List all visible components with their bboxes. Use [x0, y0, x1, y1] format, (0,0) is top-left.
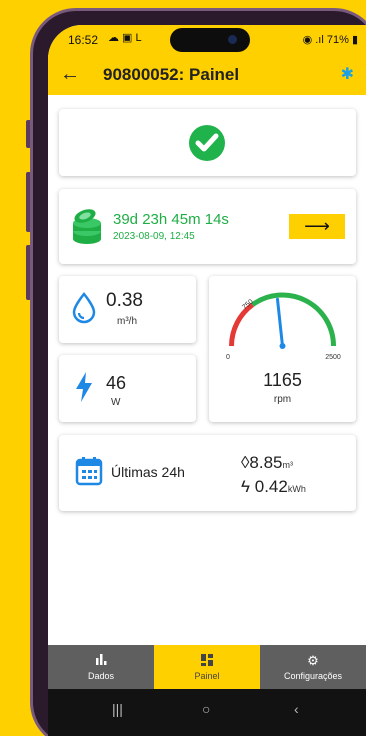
gauge-threshold-label: 750	[241, 298, 255, 311]
battery-icon: ▮	[351, 34, 358, 46]
flow-card: 0.38 m³/h	[59, 276, 196, 343]
camera-cutout	[170, 28, 250, 52]
nav-painel[interactable]: Painel	[154, 645, 260, 689]
status-card	[59, 109, 356, 176]
bluetooth-icon[interactable]: ✱	[341, 64, 354, 84]
nav-configuracoes[interactable]: ⚙ Configurações	[260, 645, 366, 689]
nav-dados-label: Dados	[87, 671, 114, 681]
battery-percent: 71%	[326, 34, 349, 46]
app-bar: ← 90800052: Painel ✱	[48, 55, 366, 95]
rpm-value: 1165	[263, 370, 302, 390]
power-unit: W	[111, 397, 121, 408]
status-time: 16:52	[68, 33, 99, 47]
details-arrow-button[interactable]: ⟶	[289, 214, 345, 239]
calendar-icon	[75, 457, 103, 486]
wifi-signal-icon: ◉ .ıl	[302, 34, 324, 46]
last-24h-label: Últimas 24h	[111, 464, 185, 480]
bottom-navigation: Dados Painel ⚙ Configurações	[48, 645, 366, 689]
flow-value: 0.38	[106, 290, 143, 311]
gauge-needle-hub	[279, 343, 286, 349]
app-screen: 16:52 ☁ ▣ L ◉ .ıl 71% ▮ ← 90800052: Pain…	[48, 25, 366, 736]
dashboard-icon	[154, 653, 260, 667]
runtime-start-date: 2023-08-09, 12:45	[113, 231, 195, 242]
last-24h-card: Últimas 24h ◊8.85m³ ϟ 0.42kWh	[59, 435, 356, 511]
rpm-gauge: 0 2500 750	[226, 292, 341, 361]
energy-24h: ϟ 0.42kWh	[241, 477, 306, 497]
camera-lens	[228, 35, 237, 44]
energy-24h-unit: kWh	[287, 484, 306, 494]
bar-chart-icon	[48, 653, 154, 667]
nav-dados[interactable]: Dados	[48, 645, 154, 689]
check-circle-icon	[189, 125, 225, 161]
volume-24h: ◊8.85m³	[241, 453, 293, 473]
power-value: 46	[106, 373, 127, 393]
nav-painel-label: Painel	[194, 671, 220, 681]
power-card: 46 W	[59, 355, 196, 422]
nav-configuracoes-label: Configurações	[283, 671, 343, 681]
volume-24h-unit: m³	[282, 460, 294, 470]
system-navigation-bar: ||| ○ ‹	[48, 689, 366, 736]
gauge-min-label: 0	[226, 354, 230, 361]
battery-status: ◉ .ıl 71% ▮	[303, 33, 358, 46]
gauge-arc-high	[251, 292, 336, 347]
bolt-small-icon: ϟ	[241, 477, 250, 496]
rpm-gauge-card: 0 2500 750 1165 rpm	[209, 276, 356, 422]
gear-icon: ⚙	[307, 653, 319, 668]
gauge-arc-low	[229, 302, 255, 347]
water-drop-icon	[72, 292, 96, 324]
gauge-max-label: 2500	[325, 354, 341, 361]
coins-stack-icon	[73, 209, 101, 244]
rpm-unit: rpm	[273, 394, 292, 405]
status-notification-icons: ☁ ▣ L	[108, 32, 142, 44]
flow-unit: m³/h	[117, 316, 137, 327]
recents-button[interactable]: |||	[112, 701, 123, 717]
status-bar: 16:52 ☁ ▣ L ◉ .ıl 71% ▮	[48, 25, 366, 55]
lightning-bolt-icon	[76, 372, 92, 402]
runtime-card: 39d 23h 45m 14s 2023-08-09, 12:45 ⟶	[59, 189, 356, 264]
page-title: 90800052: Painel	[103, 65, 240, 84]
back-button[interactable]: ‹	[294, 701, 299, 717]
runtime-duration: 39d 23h 45m 14s	[113, 211, 229, 228]
home-button[interactable]: ○	[202, 701, 210, 717]
volume-24h-value: 8.85	[249, 453, 283, 472]
energy-24h-value: 0.42	[254, 477, 288, 496]
gauge-needle	[275, 297, 284, 348]
back-arrow-icon[interactable]: ←	[60, 63, 80, 86]
